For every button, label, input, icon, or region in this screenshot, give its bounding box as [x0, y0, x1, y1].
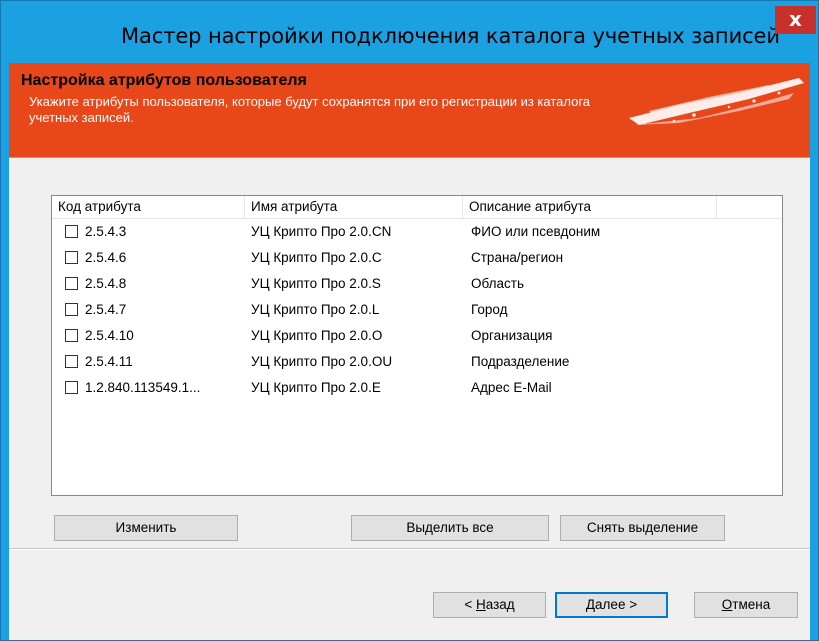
- row-checkbox[interactable]: [65, 251, 78, 264]
- row-checkbox[interactable]: [65, 381, 78, 394]
- cell-code: 2.5.4.6: [85, 250, 127, 265]
- row-checkbox[interactable]: [65, 225, 78, 238]
- next-button[interactable]: Далее >: [555, 592, 668, 618]
- page-subtitle: Укажите атрибуты пользователя, которые б…: [29, 94, 591, 125]
- cell-code: 2.5.4.10: [85, 328, 134, 343]
- back-label-prefix: <: [464, 597, 476, 612]
- row-checkbox[interactable]: [65, 277, 78, 290]
- cell-code: 2.5.4.3: [85, 224, 127, 239]
- select-all-button[interactable]: Выделить все: [351, 515, 549, 541]
- table-row[interactable]: 2.5.4.7 УЦ Крипто Про 2.0.L Город: [52, 297, 782, 323]
- cell-name: УЦ Крипто Про 2.0.E: [251, 380, 381, 395]
- cell-description: ФИО или псевдоним: [471, 224, 601, 239]
- column-header-name[interactable]: Имя атрибута: [245, 196, 463, 218]
- cell-code: 1.2.840.113549.1...: [85, 380, 201, 395]
- wizard-body: Настройка атрибутов пользователя Укажите…: [9, 63, 810, 640]
- title-bar[interactable]: Мастер настройки подключения каталога уч…: [1, 1, 818, 63]
- cell-name: УЦ Крипто Про 2.0.CN: [251, 224, 392, 239]
- banner-decoration-icon: [629, 78, 804, 125]
- attributes-list[interactable]: Код атрибута Имя атрибута Описание атриб…: [51, 195, 783, 496]
- edit-button[interactable]: Изменить: [54, 515, 238, 541]
- cell-description: Страна/регион: [471, 250, 564, 265]
- cell-name: УЦ Крипто Про 2.0.L: [251, 302, 380, 317]
- page-title: Настройка атрибутов пользователя: [21, 72, 307, 89]
- header-banner: Настройка атрибутов пользователя Укажите…: [9, 63, 810, 157]
- cell-description: Адрес E-Mail: [471, 380, 552, 395]
- table-row[interactable]: 2.5.4.10 УЦ Крипто Про 2.0.O Организация: [52, 323, 782, 349]
- banner-divider: [9, 157, 810, 158]
- row-checkbox[interactable]: [65, 329, 78, 342]
- window-title: Мастер настройки подключения каталога уч…: [121, 24, 780, 48]
- column-header-filler: [717, 196, 781, 218]
- cell-description: Организация: [471, 328, 553, 343]
- table-row[interactable]: 2.5.4.3 УЦ Крипто Про 2.0.CN ФИО или псе…: [52, 219, 782, 245]
- cancel-label-mnemonic: О: [721, 597, 733, 612]
- column-header-code[interactable]: Код атрибута: [52, 196, 245, 218]
- wizard-window: Мастер настройки подключения каталога уч…: [0, 0, 819, 641]
- cell-description: Город: [471, 302, 508, 317]
- cell-code: 2.5.4.7: [85, 302, 127, 317]
- table-row[interactable]: 2.5.4.8 УЦ Крипто Про 2.0.S Область: [52, 271, 782, 297]
- footer-divider-highlight: [9, 549, 810, 550]
- next-label-rest: алее >: [595, 597, 638, 612]
- cell-name: УЦ Крипто Про 2.0.S: [251, 276, 381, 291]
- cell-code: 2.5.4.8: [85, 276, 127, 291]
- column-header-description[interactable]: Описание атрибута: [463, 196, 717, 218]
- cell-name: УЦ Крипто Про 2.0.C: [251, 250, 382, 265]
- cell-description: Подразделение: [471, 354, 570, 369]
- back-label-mnemonic: Н: [475, 597, 486, 612]
- list-header: Код атрибута Имя атрибута Описание атриб…: [52, 196, 782, 219]
- back-label-rest: азад: [485, 597, 515, 612]
- table-row[interactable]: 2.5.4.6 УЦ Крипто Про 2.0.C Страна/регио…: [52, 245, 782, 271]
- row-checkbox[interactable]: [65, 303, 78, 316]
- table-row[interactable]: 2.5.4.11 УЦ Крипто Про 2.0.OU Подразделе…: [52, 349, 782, 375]
- close-button[interactable]: x: [775, 6, 816, 34]
- deselect-all-button[interactable]: Снять выделение: [560, 515, 725, 541]
- cell-name: УЦ Крипто Про 2.0.O: [251, 328, 383, 343]
- next-label-mnemonic: Д: [585, 597, 596, 612]
- cell-code: 2.5.4.11: [85, 354, 133, 369]
- cell-description: Область: [471, 276, 524, 291]
- cell-name: УЦ Крипто Про 2.0.OU: [251, 354, 393, 369]
- cancel-label-rest: тмена: [732, 597, 771, 612]
- table-row[interactable]: 1.2.840.113549.1... УЦ Крипто Про 2.0.E …: [52, 375, 782, 401]
- cancel-button[interactable]: Отмена: [694, 592, 798, 618]
- close-icon: x: [789, 7, 802, 31]
- back-button[interactable]: < Назад: [433, 592, 546, 618]
- row-checkbox[interactable]: [65, 355, 78, 368]
